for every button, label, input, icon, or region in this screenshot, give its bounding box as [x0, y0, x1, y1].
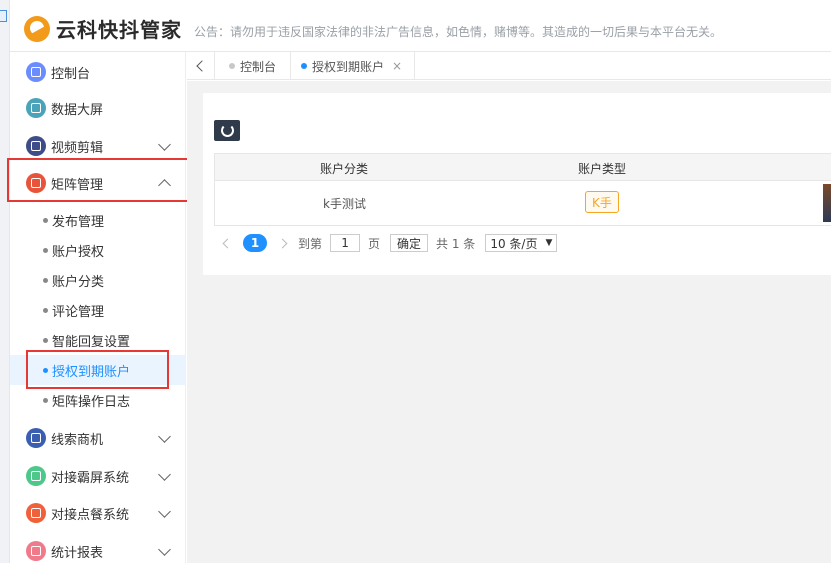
accounts-table: 账户分类 账户类型 k手测试 K手 [214, 153, 831, 226]
table-row[interactable]: k手测试 K手 [215, 181, 831, 225]
page-size-select[interactable]: 10 条/页 ▼ [485, 234, 558, 252]
column-header-category: 账户分类 [320, 162, 369, 176]
phone-icon [26, 466, 46, 486]
submenu-comments[interactable]: 评论管理 [10, 295, 186, 325]
submenu-label: 智能回复设置 [52, 334, 131, 350]
sidebar-item-video-edit[interactable]: 视频剪辑 [10, 128, 186, 164]
tab-dot [301, 63, 307, 69]
dropdown-caret-icon: ▼ [545, 238, 553, 248]
sidebar-item-label: 对接点餐系统 [51, 507, 130, 523]
chevron-down-icon [158, 505, 171, 518]
tab-scroll-left-icon[interactable] [187, 52, 215, 80]
main-content: 账户分类 账户类型 k手测试 K手 1 到第 页 确定 共 1 条 10 条/页… [187, 81, 831, 563]
page-1-button[interactable]: 1 [243, 234, 267, 252]
page-size-value: 10 条/页 [490, 236, 538, 251]
logo-icon [24, 15, 50, 42]
submenu-label: 账户分类 [52, 274, 105, 290]
lead-icon [26, 428, 46, 448]
tab-bar: 控制台 授权到期账户 × [187, 52, 831, 80]
sidebar-item-dashboard[interactable]: 控制台 [10, 54, 186, 90]
content-card: 账户分类 账户类型 k手测试 K手 1 到第 页 确定 共 1 条 10 条/页… [203, 93, 831, 275]
goto-page-input[interactable] [330, 234, 361, 252]
bullet-dot [43, 368, 48, 373]
chevron-up-icon [158, 179, 171, 192]
bullet-dot [43, 248, 48, 253]
sidebar: 控制台 数据大屏 视频剪辑 矩阵管理 发布管理 账户授权 账户分类 评论管理 智… [10, 52, 186, 563]
submenu-publish[interactable]: 发布管理 [10, 205, 186, 235]
prev-page-icon[interactable] [222, 238, 233, 248]
bullet-dot [43, 308, 48, 313]
screen-icon [26, 98, 46, 118]
confirm-button[interactable]: 确定 [390, 234, 429, 252]
sidebar-item-label: 对接霸屏系统 [51, 470, 130, 486]
sidebar-item-leads[interactable]: 线索商机 [10, 420, 186, 456]
next-page-icon[interactable] [277, 238, 288, 248]
brand-name: 云科快抖管家 [56, 18, 182, 42]
close-icon[interactable]: × [392, 59, 402, 73]
sidebar-item-data-screen[interactable]: 数据大屏 [10, 90, 186, 126]
page-unit-label: 页 [368, 236, 381, 251]
chevron-down-icon [158, 543, 171, 556]
submenu-operation-log[interactable]: 矩阵操作日志 [10, 385, 186, 415]
left-edge-strip [0, 0, 10, 563]
sidebar-item-order-system[interactable]: 对接点餐系统 [10, 495, 186, 531]
pagination: 1 到第 页 确定 共 1 条 10 条/页 ▼ [222, 233, 558, 253]
order-icon [26, 503, 46, 523]
submenu-label: 账户授权 [52, 244, 105, 260]
sidebar-item-matrix[interactable]: 矩阵管理 [10, 165, 186, 201]
brand-logo: 云科快抖管家 [24, 14, 182, 43]
collapsed-panel-icon[interactable] [0, 10, 7, 22]
sidebar-item-label: 线索商机 [51, 432, 104, 448]
sidebar-item-screen-system[interactable]: 对接霸屏系统 [10, 458, 186, 494]
top-header: 云科快抖管家 公告：请勿用于违反国家法律的非法广告信息，如色情，赌博等。其造成的… [10, 0, 831, 52]
bullet-dot [43, 338, 48, 343]
bullet-dot [43, 398, 48, 403]
submenu-smart-reply[interactable]: 智能回复设置 [10, 325, 186, 355]
grid-icon [26, 173, 46, 193]
cell-category: k手测试 [323, 197, 366, 211]
tab-dot [229, 63, 235, 69]
submenu-label: 发布管理 [52, 214, 105, 230]
chart-icon [26, 541, 46, 561]
submenu-account-category[interactable]: 账户分类 [10, 265, 186, 295]
announcement-text: 公告：请勿用于违反国家法律的非法广告信息，如色情，赌博等。其造成的一切后果与本平… [194, 25, 723, 39]
total-count: 共 1 条 [436, 236, 476, 251]
tab-label: 授权到期账户 [312, 59, 385, 74]
chevron-down-icon [158, 138, 171, 151]
sidebar-item-label: 视频剪辑 [51, 140, 104, 156]
sidebar-item-label: 数据大屏 [51, 102, 104, 118]
sidebar-item-reports[interactable]: 统计报表 [10, 533, 186, 563]
tab-dashboard[interactable]: 控制台 [215, 52, 292, 80]
sidebar-item-label: 统计报表 [51, 545, 104, 561]
submenu-label: 矩阵操作日志 [52, 394, 131, 410]
column-header-type: 账户类型 [578, 162, 627, 176]
chevron-down-icon [158, 468, 171, 481]
tab-expired-accounts[interactable]: 授权到期账户 × [289, 52, 416, 80]
submenu-label: 授权到期账户 [52, 364, 131, 380]
goto-label: 到第 [298, 236, 323, 251]
avatar [823, 184, 831, 222]
submenu-account-auth[interactable]: 账户授权 [10, 235, 186, 265]
chevron-down-icon [158, 430, 171, 443]
submenu-label: 评论管理 [52, 304, 105, 320]
sidebar-item-label: 矩阵管理 [51, 177, 104, 193]
account-type-badge: K手 [585, 191, 619, 213]
monitor-icon [26, 62, 46, 82]
refresh-button[interactable] [214, 120, 240, 141]
bullet-dot [43, 278, 48, 283]
tab-label: 控制台 [240, 59, 277, 74]
bullet-dot [43, 218, 48, 223]
table-header: 账户分类 账户类型 [215, 154, 831, 181]
video-edit-icon [26, 136, 46, 156]
submenu-expired-accounts[interactable]: 授权到期账户 [10, 355, 186, 385]
sidebar-item-label: 控制台 [51, 66, 91, 82]
